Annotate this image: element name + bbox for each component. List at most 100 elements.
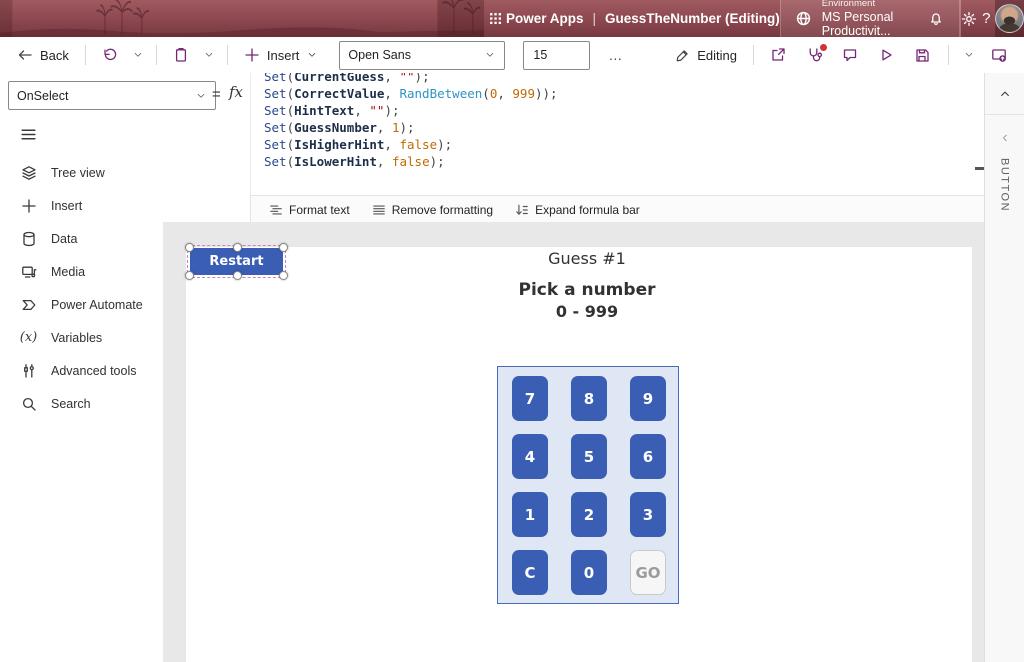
chevron-down-icon [195, 82, 207, 110]
app-screen-canvas[interactable]: Restart Guess #1 Pick a number 0 - 999 7… [186, 247, 972, 662]
insert-icon [20, 198, 37, 214]
chevron-down-icon [306, 41, 318, 69]
environment-name: MS Personal Productivit... [822, 10, 904, 39]
share-button[interactable] [763, 41, 793, 69]
sidebar-item-insert[interactable]: Insert [0, 189, 163, 222]
resize-handle[interactable] [233, 243, 242, 252]
sidebar-collapse-button[interactable] [0, 122, 37, 156]
chevron-down-icon [133, 50, 143, 60]
publish-button[interactable] [984, 41, 1014, 69]
design-workspace: Restart Guess #1 Pick a number 0 - 999 7… [163, 222, 985, 662]
save-button[interactable] [907, 41, 937, 69]
sidebar-item-label: Tree view [51, 166, 105, 180]
notifications-button[interactable] [927, 0, 944, 37]
plus-icon [244, 47, 260, 63]
keypad-key-c[interactable]: C [512, 550, 548, 595]
back-arrow-icon [17, 47, 33, 63]
action-label: Format text [289, 203, 350, 217]
resize-handle[interactable] [185, 271, 194, 280]
font-size-input[interactable] [523, 41, 590, 70]
sidebar-item-variables[interactable]: (x)Variables [0, 321, 163, 354]
properties-panel-collapsed: BUTTON [985, 115, 1024, 212]
keypad-key-6[interactable]: 6 [630, 434, 666, 479]
sidebar-item-label: Power Automate [51, 298, 143, 312]
power-automate-icon [20, 297, 37, 313]
formula-editor[interactable]: Set(CurrentGuess, "");Set(CorrectValue, … [250, 73, 999, 195]
environment-icon [795, 10, 812, 27]
app-launcher-button[interactable] [484, 0, 506, 37]
resize-handle[interactable] [279, 243, 288, 252]
keypad: 789 456 123 C0 GO [497, 366, 679, 604]
cmd-divider [156, 45, 157, 65]
app-launcher-icon [488, 11, 503, 26]
keypad-key-8[interactable]: 8 [571, 376, 607, 421]
property-value: OnSelect [17, 89, 68, 103]
undo-icon [102, 47, 118, 63]
expand-properties-button[interactable] [1000, 131, 1010, 146]
chevron-down-icon [964, 50, 974, 60]
formula-actions: Format text Remove formatting Expand formu… [250, 195, 996, 224]
undo-button[interactable] [95, 41, 125, 69]
property-select[interactable]: OnSelect [8, 81, 216, 110]
sidebar-item-data[interactable]: Data [0, 222, 163, 255]
save-icon [914, 47, 930, 63]
resize-handle[interactable] [279, 271, 288, 280]
keypad-key-3[interactable]: 3 [630, 492, 666, 537]
keypad-key-go[interactable]: GO [630, 550, 666, 595]
keypad-key-2[interactable]: 2 [571, 492, 607, 537]
remove-formatting-button[interactable]: Remove formatting [364, 200, 501, 220]
back-button[interactable]: Back [10, 42, 76, 68]
expand-formula-bar-button[interactable]: Expand formula bar [507, 200, 648, 220]
sidebar-item-media[interactable]: Media [0, 255, 163, 288]
cmd-divider [227, 45, 228, 65]
resize-handle[interactable] [185, 243, 194, 252]
keypad-key-5[interactable]: 5 [571, 434, 607, 479]
sidebar-item-label: Search [51, 397, 91, 411]
resize-handle[interactable] [233, 271, 242, 280]
help-button[interactable]: ? [978, 0, 996, 37]
keypad-key-4[interactable]: 4 [512, 434, 548, 479]
keypad-key-7[interactable]: 7 [512, 376, 548, 421]
insert-button[interactable]: Insert [237, 36, 326, 74]
font-family-select[interactable]: Open Sans [339, 41, 505, 70]
undo-menu-button[interactable] [129, 41, 147, 69]
preview-button[interactable] [871, 41, 901, 69]
keypad-key-9[interactable]: 9 [630, 376, 666, 421]
cmd-divider [753, 45, 754, 65]
paste-button[interactable] [166, 41, 196, 69]
comments-button[interactable] [835, 41, 865, 69]
chevron-down-icon [204, 50, 214, 60]
pick-number-title[interactable]: Pick a number [379, 280, 795, 300]
sidebar-item-tree-view[interactable]: Tree view [0, 156, 163, 189]
formula-line: Set(IsLowerHint, false); [264, 153, 999, 170]
settings-button[interactable] [960, 0, 978, 37]
avatar[interactable] [995, 4, 1024, 33]
app-checker-button[interactable] [799, 41, 829, 69]
range-label[interactable]: 0 - 999 [379, 302, 795, 321]
right-rail: BUTTON [984, 73, 1024, 662]
editing-mode-button[interactable]: Editing [668, 43, 744, 68]
format-text-icon [269, 203, 283, 217]
more-commands-button[interactable]: … [608, 47, 623, 63]
sidebar-nav: Tree view InsertDataMedia Power Automate (x… [0, 156, 163, 420]
keypad-key-0[interactable]: 0 [571, 550, 607, 595]
paste-menu-button[interactable] [200, 41, 218, 69]
environment-picker[interactable]: Environment MS Personal Productivit... [780, 0, 960, 37]
sidebar-item-advanced-tools[interactable]: Advanced tools [0, 354, 163, 387]
sidebar-item-power-automate[interactable]: Power Automate [0, 288, 163, 321]
share-icon [770, 47, 786, 63]
header-photo-decoration [0, 0, 484, 37]
media-icon [20, 264, 37, 280]
guess-counter-label[interactable]: Guess #1 [379, 249, 795, 268]
selected-control-label[interactable]: BUTTON [999, 158, 1011, 212]
data-icon [20, 231, 37, 247]
restart-button[interactable]: Restart [190, 248, 283, 275]
sidebar-item-search[interactable]: Search [0, 387, 163, 420]
chevron-down-button[interactable] [960, 41, 978, 69]
formula-line: Set(CorrectValue, RandBetween(0, 999)); [264, 85, 999, 102]
format-text-button[interactable]: Format text [261, 200, 358, 220]
cmdbar-right-icons [763, 41, 1014, 69]
bell-icon [928, 11, 944, 27]
collapse-formula-bar-button[interactable] [985, 73, 1024, 115]
keypad-key-1[interactable]: 1 [512, 492, 548, 537]
